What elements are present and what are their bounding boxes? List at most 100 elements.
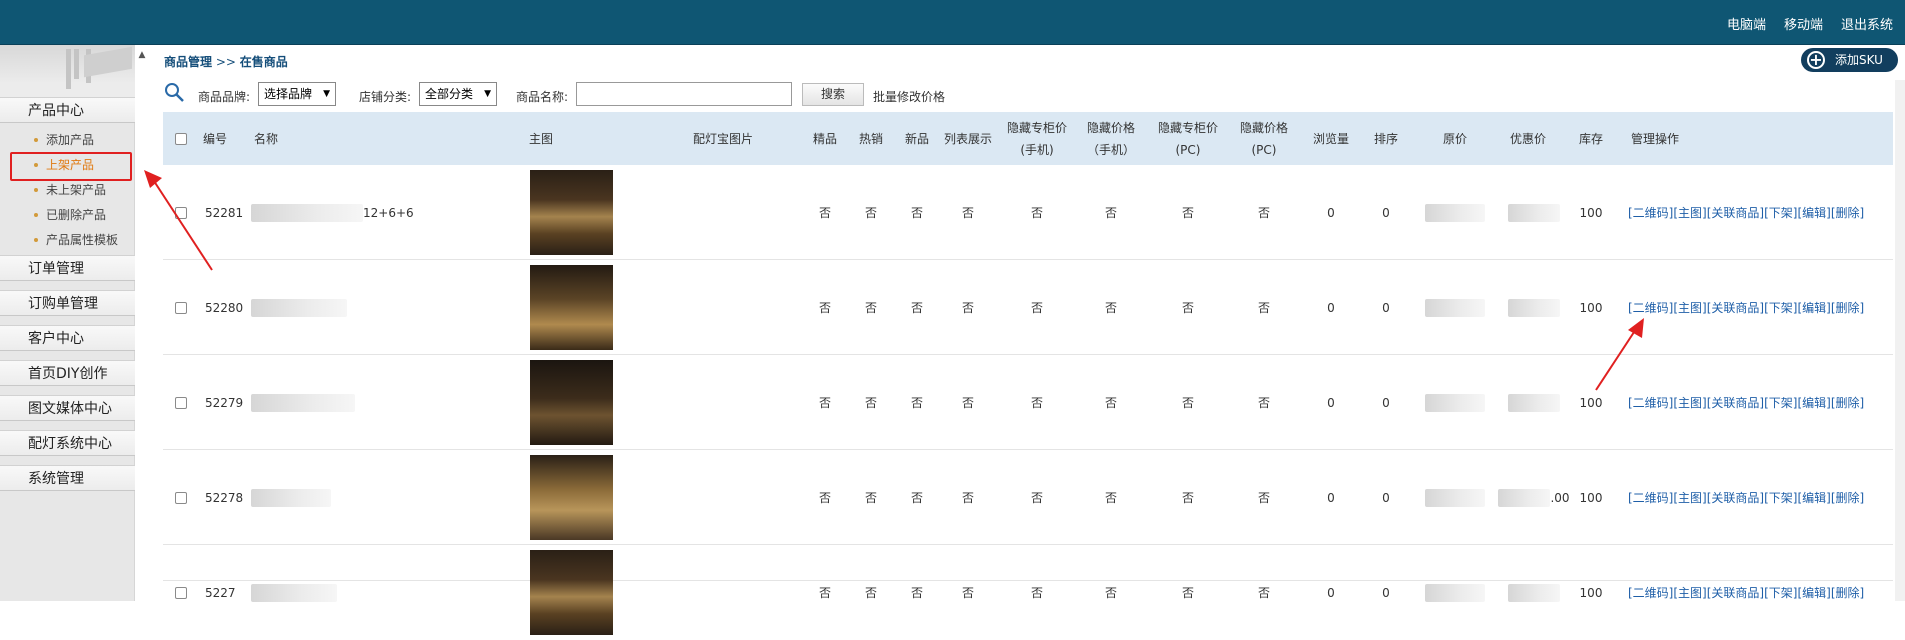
row-flag: 否 xyxy=(1104,206,1117,220)
select-all-checkbox[interactable] xyxy=(175,132,187,145)
col-ops: 管理操作 xyxy=(1631,131,1680,146)
row-checkbox[interactable] xyxy=(175,301,187,314)
row-sort: 0 xyxy=(1382,490,1390,505)
row-checkbox[interactable] xyxy=(175,206,187,219)
row-op-main-image-link[interactable]: [主图] xyxy=(1673,584,1706,601)
row-op-related-products-link[interactable]: [关联商品] xyxy=(1707,204,1764,221)
bulk-edit-price-link[interactable]: 批量修改价格 xyxy=(873,88,945,105)
row-op-qrcode-link[interactable]: [二维码] xyxy=(1628,394,1673,411)
row-flag: 否 xyxy=(961,206,974,220)
row-op-related-products-link[interactable]: [关联商品] xyxy=(1707,394,1764,411)
product-thumbnail[interactable] xyxy=(529,170,613,255)
sidebar-cat-purchase-orders[interactable]: 订购单管理 xyxy=(0,290,135,316)
sidebar-cat-system-admin[interactable]: 系统管理 xyxy=(0,465,135,491)
row-op-edit-link[interactable]: [编辑] xyxy=(1798,584,1831,601)
nav-mobile-link[interactable]: 移动端 xyxy=(1784,14,1823,33)
row-op-main-image-link[interactable]: [主图] xyxy=(1673,489,1706,506)
category-label: 店铺分类: xyxy=(359,90,412,104)
row-views: 0 xyxy=(1327,205,1335,220)
row-op-delist-link[interactable]: [下架] xyxy=(1764,299,1797,316)
row-op-delete-link[interactable]: [删除] xyxy=(1831,584,1864,601)
col-hot: 热销 xyxy=(858,131,883,146)
product-name-input[interactable] xyxy=(576,82,792,106)
row-flag: 否 xyxy=(910,491,923,505)
row-op-related-products-link[interactable]: [关联商品] xyxy=(1707,299,1764,316)
page-scrollbar[interactable] xyxy=(1895,80,1905,601)
row-op-delist-link[interactable]: [下架] xyxy=(1764,584,1797,601)
row-flag: 否 xyxy=(1181,396,1194,410)
row-flag: 否 xyxy=(1257,301,1270,315)
product-thumbnail[interactable] xyxy=(529,360,613,445)
row-flag: 否 xyxy=(910,301,923,315)
nav-desktop-link[interactable]: 电脑端 xyxy=(1727,14,1766,33)
row-name[interactable] xyxy=(251,260,421,355)
col-lamp-image: 配灯宝图片 xyxy=(692,131,753,146)
sidebar-item-listed-products[interactable]: 上架产品 xyxy=(0,153,135,177)
row-sale-price xyxy=(1498,545,1570,640)
sidebar-cat-customers[interactable]: 客户中心 xyxy=(0,325,135,351)
sidebar-cat-lighting-system[interactable]: 配灯系统中心 xyxy=(0,430,135,456)
row-op-edit-link[interactable]: [编辑] xyxy=(1798,204,1831,221)
row-op-edit-link[interactable]: [编辑] xyxy=(1798,394,1831,411)
row-op-delist-link[interactable]: [下架] xyxy=(1764,394,1797,411)
table-row: 5227 否 否 否 否 否 否 否 否 0 0 100 [二维码] [主图] [关联商品] [下架] [编辑]… xyxy=(163,545,1893,635)
row-op-qrcode-link[interactable]: [二维码] xyxy=(1628,299,1673,316)
row-id: 52280 xyxy=(205,300,244,315)
row-op-delete-link[interactable]: [删除] xyxy=(1831,394,1864,411)
row-main-image-cell xyxy=(526,355,616,450)
product-thumbnail[interactable] xyxy=(529,265,613,350)
row-checkbox[interactable] xyxy=(175,491,187,504)
sidebar-scroll-up-icon[interactable]: ▲ xyxy=(135,48,149,62)
row-orig-price xyxy=(1425,355,1485,450)
row-name[interactable] xyxy=(251,355,421,450)
breadcrumb-parent[interactable]: 商品管理 xyxy=(164,55,212,69)
row-op-related-products-link[interactable]: [关联商品] xyxy=(1707,489,1764,506)
row-op-main-image-link[interactable]: [主图] xyxy=(1673,299,1706,316)
sidebar-cat-media-center[interactable]: 图文媒体中心 xyxy=(0,395,135,421)
brand-select[interactable]: 选择品牌 ▼ xyxy=(258,82,336,106)
row-name[interactable] xyxy=(251,545,421,640)
row-op-related-products-link[interactable]: [关联商品] xyxy=(1707,584,1764,601)
product-thumbnail[interactable] xyxy=(529,550,613,635)
row-op-delete-link[interactable]: [删除] xyxy=(1831,489,1864,506)
redacted-price xyxy=(1508,393,1560,412)
table-row: 52281 12+6+6 否否否否否否否否 0 0 100 [二维码] [主图] [关联商品][… xyxy=(163,165,1893,260)
category-select[interactable]: 全部分类 ▼ xyxy=(419,82,497,106)
sidebar-item-product-templates[interactable]: 产品属性模板 xyxy=(0,228,135,252)
bullet-icon xyxy=(34,138,38,142)
row-op-main-image-link[interactable]: [主图] xyxy=(1673,204,1706,221)
sidebar-cat-product-center[interactable]: 产品中心 xyxy=(0,97,135,123)
redacted-name xyxy=(251,298,347,317)
redacted-name xyxy=(251,488,331,507)
row-checkbox[interactable] xyxy=(175,396,187,409)
row-op-edit-link[interactable]: [编辑] xyxy=(1798,489,1831,506)
add-sku-button[interactable]: + 添加SKU xyxy=(1801,48,1898,72)
row-op-edit-link[interactable]: [编辑] xyxy=(1798,299,1831,316)
row-op-qrcode-link[interactable]: [二维码] xyxy=(1628,584,1673,601)
row-name[interactable]: 12+6+6 xyxy=(251,165,421,260)
row-op-qrcode-link[interactable]: [二维码] xyxy=(1628,204,1673,221)
sidebar-item-add-product[interactable]: 添加产品 xyxy=(0,128,135,152)
row-checkbox-cell xyxy=(171,450,191,545)
search-button[interactable]: 搜索 xyxy=(802,83,864,106)
row-op-delete-link[interactable]: [删除] xyxy=(1831,204,1864,221)
add-sku-label: 添加SKU xyxy=(1835,53,1883,67)
sidebar-item-unlisted-products[interactable]: 未上架产品 xyxy=(0,178,135,202)
nav-logout-link[interactable]: 退出系统 xyxy=(1841,14,1893,33)
row-op-delist-link[interactable]: [下架] xyxy=(1764,204,1797,221)
sidebar-item-deleted-products[interactable]: 已删除产品 xyxy=(0,203,135,227)
search-icon xyxy=(165,83,184,102)
row-op-delist-link[interactable]: [下架] xyxy=(1764,489,1797,506)
product-thumbnail[interactable] xyxy=(529,455,613,540)
col-views: 浏览量 xyxy=(1312,131,1349,146)
row-op-qrcode-link[interactable]: [二维码] xyxy=(1628,489,1673,506)
row-ops: [二维码] [主图] [关联商品] [下架] [编辑] [删除] xyxy=(1628,545,1893,640)
row-checkbox[interactable] xyxy=(175,586,187,599)
sidebar-cat-orders[interactable]: 订单管理 xyxy=(0,255,135,281)
row-op-delete-link[interactable]: [删除] xyxy=(1831,299,1864,316)
sidebar-cat-homepage-diy[interactable]: 首页DIY创作 xyxy=(0,360,135,386)
row-op-main-image-link[interactable]: [主图] xyxy=(1673,394,1706,411)
row-flag: 否 xyxy=(1104,301,1117,315)
row-flag: 否 xyxy=(818,301,831,315)
row-name[interactable] xyxy=(251,450,421,545)
